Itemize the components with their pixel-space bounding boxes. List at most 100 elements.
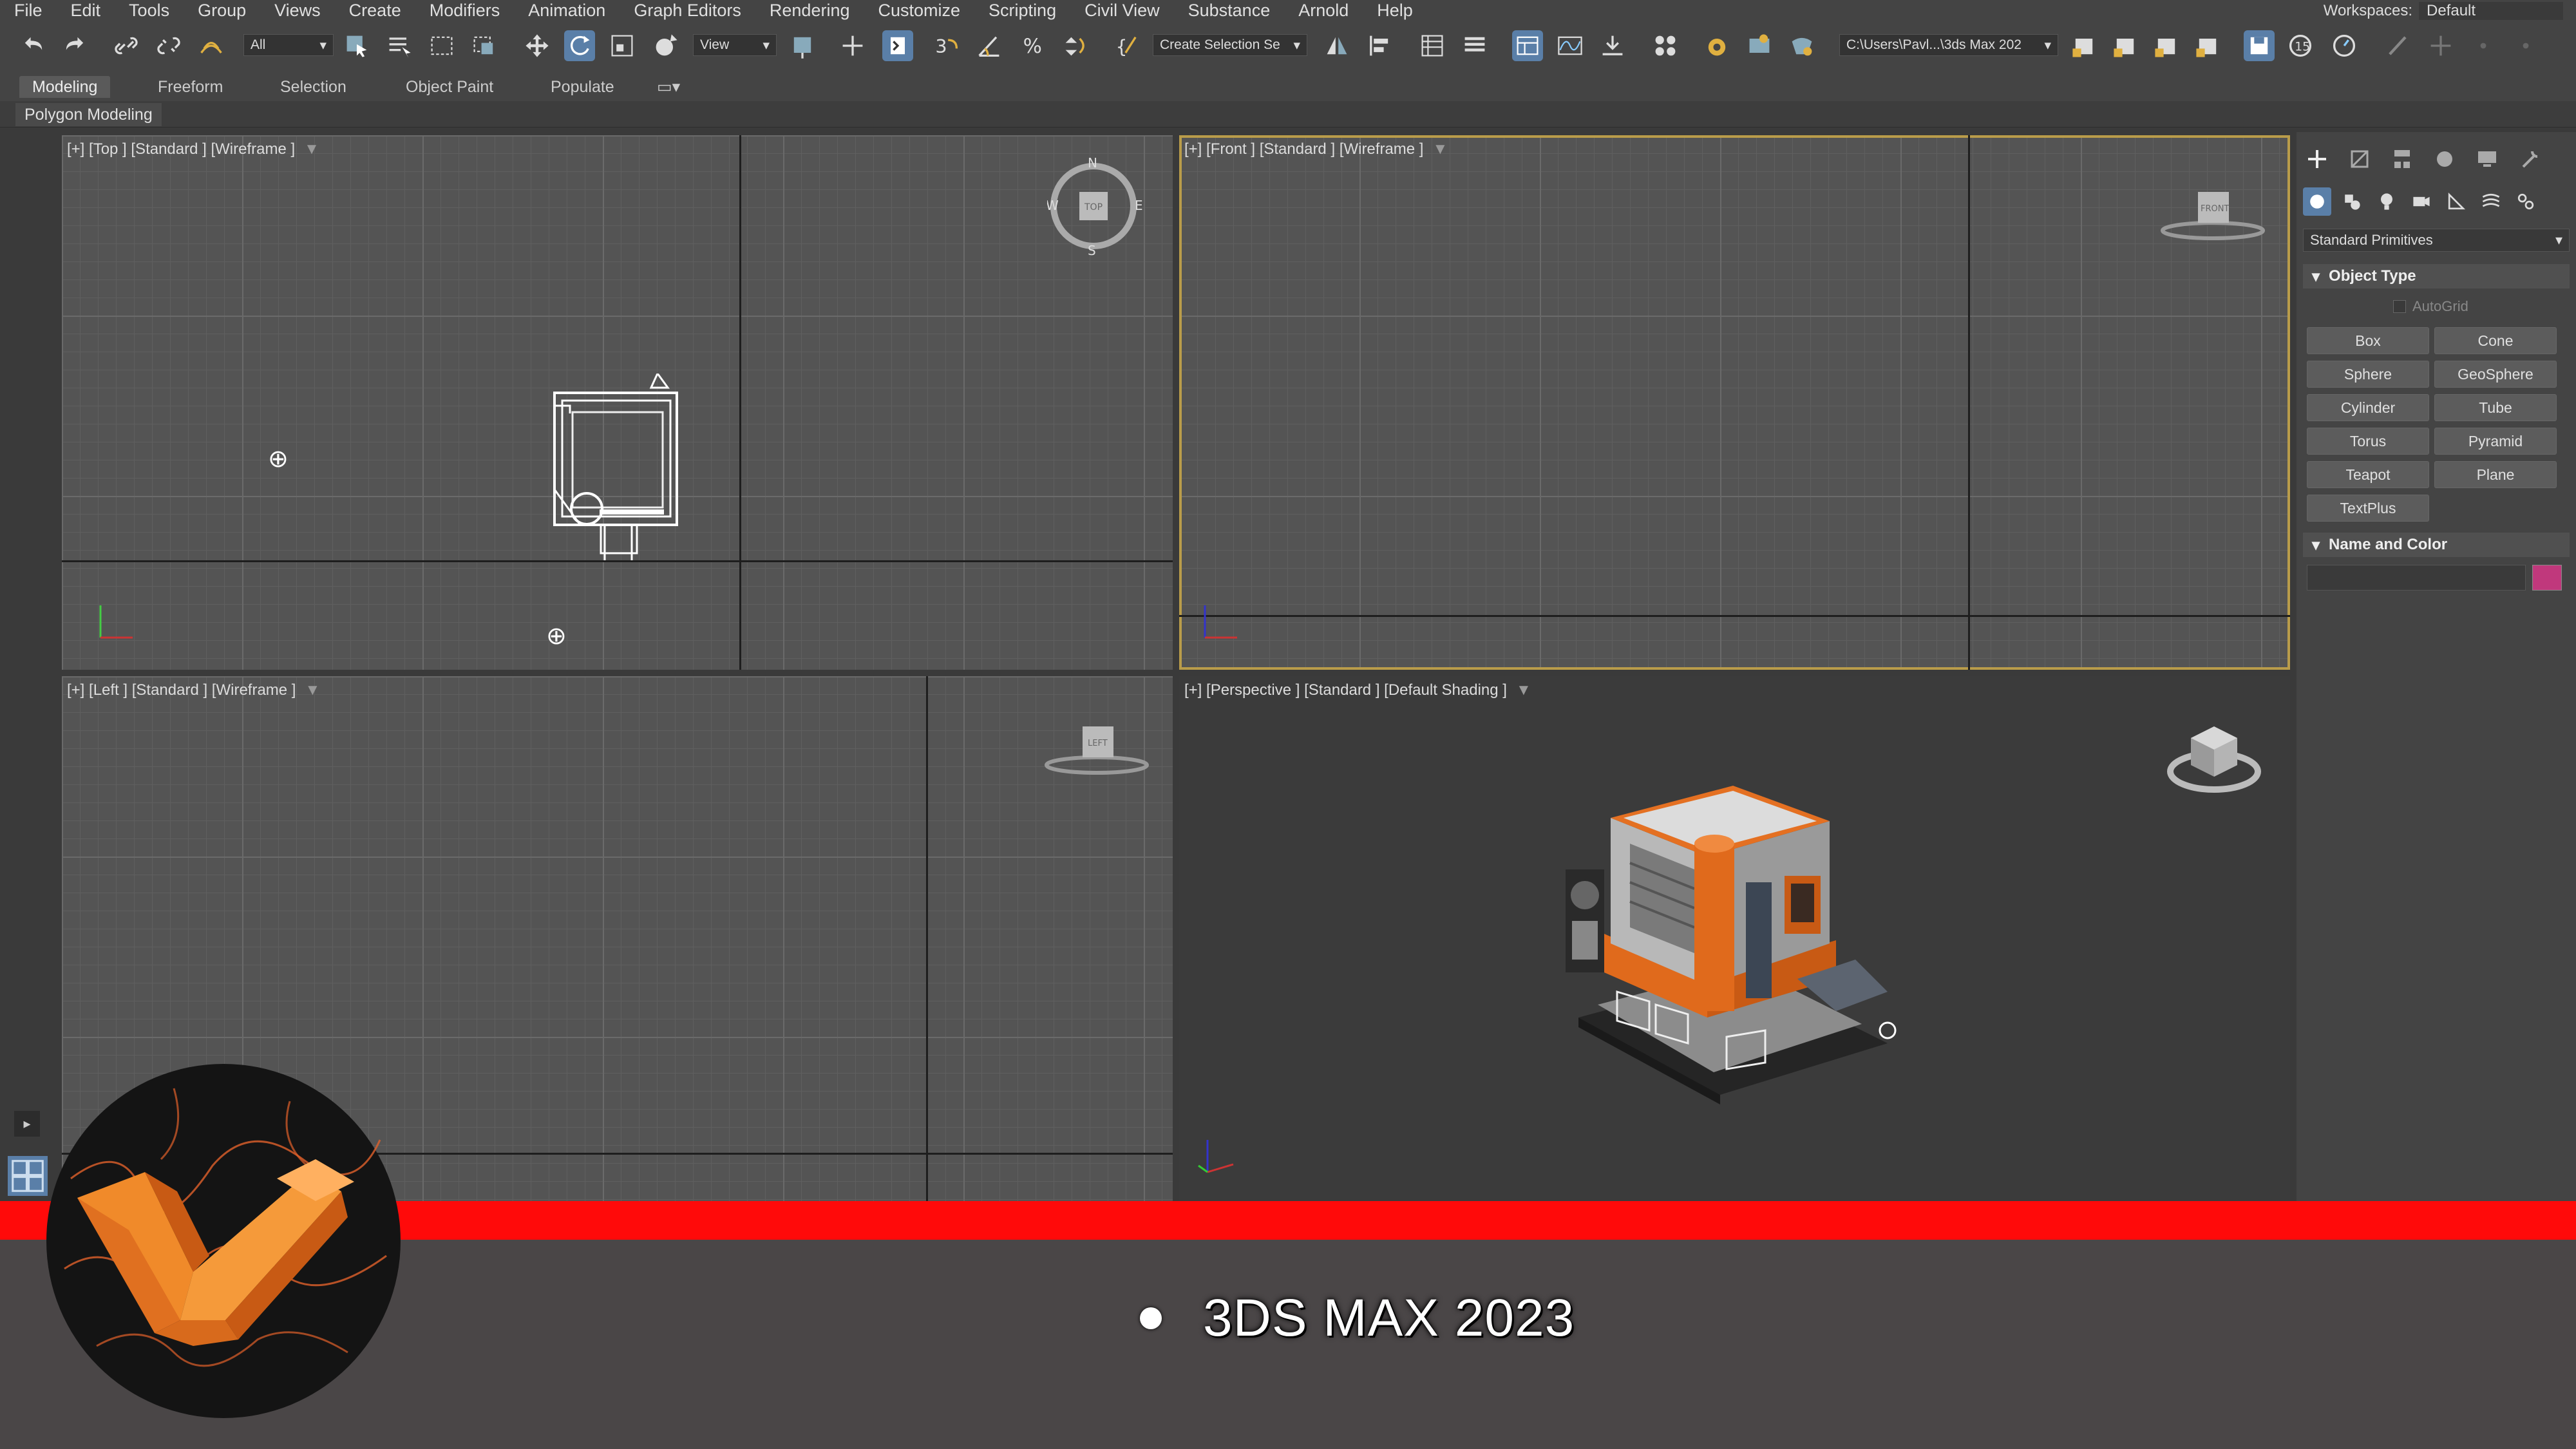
- snaps-toggle-icon[interactable]: 3: [931, 30, 962, 61]
- scene-explorer-icon[interactable]: [1417, 30, 1448, 61]
- menu-group[interactable]: Group: [184, 1, 260, 21]
- rotate-icon[interactable]: [564, 30, 595, 61]
- menu-scripting[interactable]: Scripting: [974, 1, 1070, 21]
- systems-category-icon[interactable]: [2512, 187, 2540, 216]
- plane-button[interactable]: Plane: [2434, 461, 2557, 488]
- tab-object-paint[interactable]: Object Paint: [393, 76, 506, 98]
- viewport-layout-icon[interactable]: [8, 1156, 48, 1196]
- tab-populate[interactable]: Populate: [538, 76, 627, 98]
- reference-coord-dropdown[interactable]: View ▾: [693, 34, 777, 56]
- viewcube-front[interactable]: FRONT: [2158, 187, 2268, 245]
- render-production-icon[interactable]: [1786, 30, 1817, 61]
- display-tab-icon[interactable]: [2473, 145, 2501, 173]
- polygon-modeling-panel[interactable]: Polygon Modeling: [15, 103, 162, 126]
- lights-category-icon[interactable]: [2372, 187, 2401, 216]
- viewport-top[interactable]: [+] [Top ] [Standard ] [Wireframe ] ▼ N E…: [62, 135, 1173, 670]
- scale-icon[interactable]: [607, 30, 638, 61]
- filter-icon[interactable]: ▼: [304, 140, 319, 158]
- building-wireframe-top[interactable]: [542, 374, 696, 580]
- pivot-center-icon[interactable]: [787, 30, 818, 61]
- building-model[interactable]: [1553, 747, 1913, 1121]
- viewport-perspective[interactable]: [+] [Perspective ] [Standard ] [Default …: [1179, 676, 2290, 1201]
- hierarchy-tab-icon[interactable]: [2388, 145, 2416, 173]
- create-tab-icon[interactable]: [2303, 145, 2331, 173]
- filter-icon[interactable]: ▼: [305, 681, 320, 699]
- autogrid-checkbox[interactable]: AutoGrid: [2393, 298, 2468, 315]
- modify-tab-icon[interactable]: [2345, 145, 2374, 173]
- menu-substance[interactable]: Substance: [1174, 1, 1285, 21]
- filter-icon[interactable]: ▼: [1516, 681, 1531, 699]
- toggle-ribbon-icon[interactable]: [1512, 30, 1543, 61]
- viewport-perspective-label[interactable]: [+] [Perspective ] [Standard ] [Default …: [1184, 681, 1531, 699]
- selection-filter-dropdown[interactable]: All ▾: [243, 34, 334, 56]
- name-and-color-rollout[interactable]: ▾ Name and Color: [2303, 533, 2570, 557]
- tab-modeling[interactable]: Modeling: [19, 76, 111, 98]
- helpers-category-icon[interactable]: [2442, 187, 2470, 216]
- material-editor-icon[interactable]: [1650, 30, 1681, 61]
- keyboard-shortcut-override-icon[interactable]: [882, 30, 913, 61]
- menu-graph-editors[interactable]: Graph Editors: [620, 1, 755, 21]
- primitives-category-dropdown[interactable]: Standard Primitives ▾: [2303, 229, 2570, 252]
- curve-editor-icon[interactable]: [1555, 30, 1586, 61]
- motion-tab-icon[interactable]: [2430, 145, 2459, 173]
- render-setup-icon[interactable]: [1701, 30, 1732, 61]
- move-tool-disabled-icon[interactable]: [2425, 30, 2456, 61]
- redo-icon[interactable]: [59, 30, 90, 61]
- cameras-category-icon[interactable]: [2407, 187, 2436, 216]
- save-icon[interactable]: [2244, 30, 2275, 61]
- window-crossing-icon[interactable]: [469, 30, 500, 61]
- menu-help[interactable]: Help: [1363, 1, 1427, 21]
- menu-file[interactable]: File: [0, 1, 57, 21]
- object-name-field[interactable]: [2307, 565, 2526, 591]
- menu-customize[interactable]: Customize: [864, 1, 975, 21]
- autosave-icon[interactable]: [2329, 30, 2360, 61]
- viewcube-top[interactable]: N E S W TOP: [1047, 153, 1144, 256]
- project-icon-2[interactable]: [2110, 30, 2141, 61]
- align-icon[interactable]: [1364, 30, 1395, 61]
- schematic-view-icon[interactable]: [1597, 30, 1628, 61]
- expand-layout-icon[interactable]: ▸: [14, 1111, 40, 1137]
- select-by-name-icon[interactable]: [384, 30, 415, 61]
- filter-icon[interactable]: ▼: [1432, 140, 1448, 158]
- viewport-left-label[interactable]: [+] [Left ] [Standard ] [Wireframe ] ▼: [67, 681, 320, 699]
- auto-backup-icon[interactable]: 15: [2285, 30, 2316, 61]
- project-icon-3[interactable]: [2151, 30, 2182, 61]
- sculpt-icon[interactable]: [2383, 30, 2414, 61]
- light-target-icon[interactable]: ⊕: [268, 444, 289, 473]
- geometry-category-icon[interactable]: [2303, 187, 2331, 216]
- move-icon[interactable]: [522, 30, 553, 61]
- edit-named-selection-icon[interactable]: {: [1112, 30, 1142, 61]
- undo-icon[interactable]: [18, 30, 49, 61]
- layer-explorer-icon[interactable]: [1459, 30, 1490, 61]
- link-icon[interactable]: [111, 30, 142, 61]
- viewport-top-label[interactable]: [+] [Top ] [Standard ] [Wireframe ] ▼: [67, 140, 319, 158]
- torus-button[interactable]: Torus: [2307, 428, 2429, 455]
- viewport-front-label[interactable]: [+] [Front ] [Standard ] [Wireframe ] ▼: [1184, 140, 1448, 158]
- menu-rendering[interactable]: Rendering: [755, 1, 864, 21]
- textplus-button[interactable]: TextPlus: [2307, 495, 2429, 522]
- menu-arnold[interactable]: Arnold: [1284, 1, 1363, 21]
- project-icon-1[interactable]: [2069, 30, 2099, 61]
- sphere-button[interactable]: Sphere: [2307, 361, 2429, 388]
- light-target-icon[interactable]: ⊕: [546, 621, 567, 650]
- mirror-icon[interactable]: [1321, 30, 1352, 61]
- place-icon[interactable]: [650, 30, 681, 61]
- spinner-snap-icon[interactable]: [1060, 30, 1091, 61]
- bind-spacewarp-icon[interactable]: [196, 30, 227, 61]
- project-icon-4[interactable]: [2192, 30, 2223, 61]
- viewcube-perspective[interactable]: [2161, 715, 2271, 805]
- object-type-rollout[interactable]: ▾ Object Type: [2303, 264, 2570, 289]
- box-button[interactable]: Box: [2307, 327, 2429, 354]
- menu-edit[interactable]: Edit: [57, 1, 115, 21]
- viewport-front[interactable]: [+] [Front ] [Standard ] [Wireframe ] ▼ F…: [1179, 135, 2290, 670]
- select-object-icon[interactable]: [341, 30, 372, 61]
- cylinder-button[interactable]: Cylinder: [2307, 394, 2429, 421]
- geosphere-button[interactable]: GeoSphere: [2434, 361, 2557, 388]
- viewcube-left[interactable]: LEFT: [1044, 721, 1153, 779]
- percent-snap-icon[interactable]: %: [1018, 30, 1048, 61]
- utilities-tab-icon[interactable]: [2515, 145, 2544, 173]
- select-manipulate-icon[interactable]: [837, 30, 868, 61]
- named-selection-dropdown[interactable]: Create Selection Se ▾: [1153, 34, 1307, 56]
- spacewarps-category-icon[interactable]: [2477, 187, 2505, 216]
- menu-create[interactable]: Create: [335, 1, 415, 21]
